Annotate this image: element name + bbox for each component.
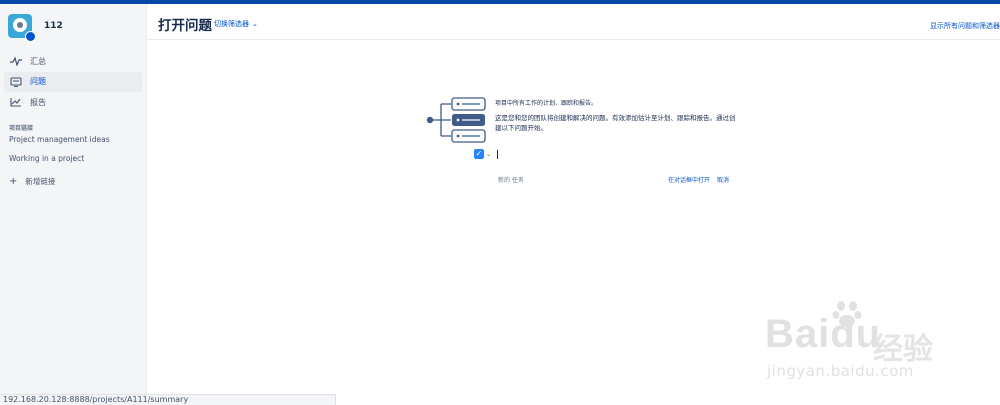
- switch-filter-label: 切换筛选器: [214, 20, 249, 28]
- empty-state-instructions: 这是您和您的团队将创建和解决的问题。有效添加估计至计划、跟踪和报告。通过创建以下…: [495, 114, 736, 132]
- issues-illustration: [426, 97, 486, 143]
- project-nav: 汇总 问题 报告: [4, 51, 142, 113]
- watermark-url: jingyan.baidu.com: [767, 362, 914, 380]
- baidu-watermark: Baidu 经验 jingyan.baidu.com: [765, 298, 945, 388]
- add-link-button[interactable]: + 新增链接: [9, 176, 55, 187]
- page-title: 打开问题: [158, 18, 212, 34]
- show-all-issues-link[interactable]: 显示所有问题和筛选器: [930, 21, 1000, 31]
- create-issue-input[interactable]: [497, 149, 499, 159]
- add-link-label: 新增链接: [25, 177, 56, 186]
- open-in-dialog-link[interactable]: 在对话框中打开: [668, 175, 710, 184]
- sidebar-item-label: 报告: [30, 97, 46, 107]
- project-link-item[interactable]: Working in a project: [9, 154, 84, 163]
- project-avatar: [8, 14, 36, 42]
- sidebar-item-label: 问题: [30, 77, 46, 86]
- empty-state-description: 项目中所有工作的计划、跟踪和报告。: [495, 100, 598, 107]
- issues-icon: [10, 76, 22, 87]
- sidebar-item-summary[interactable]: 汇总: [4, 51, 142, 71]
- main-header: 打开问题 切换筛选器 ⌄ 显示所有问题和筛选器: [147, 4, 1000, 40]
- project-links-heading: 项目链接: [9, 125, 34, 132]
- project-header[interactable]: 112: [8, 14, 63, 42]
- project-sidebar: 112 汇总 问题 报告 项目链接 Project management ide…: [0, 4, 147, 405]
- pulse-icon: [10, 56, 22, 66]
- status-url-bar: 192.168.20.128:8888/projects/A111/summar…: [0, 394, 336, 405]
- plus-icon: +: [9, 176, 18, 187]
- sidebar-item-issues[interactable]: 问题: [4, 71, 142, 92]
- switch-filter-dropdown[interactable]: 切换筛选器 ⌄: [214, 19, 258, 29]
- chevron-down-icon[interactable]: ⌄: [486, 151, 491, 158]
- sidebar-item-label: 汇总: [30, 56, 46, 66]
- project-name: 112: [44, 21, 63, 31]
- chevron-down-icon: ⌄: [252, 20, 258, 28]
- issue-type-hint: 新的 任务: [498, 177, 524, 184]
- project-link-item[interactable]: Project management ideas: [9, 135, 110, 144]
- task-type-icon[interactable]: ✓: [474, 149, 484, 159]
- project-type-badge-icon: [25, 31, 36, 42]
- watermark-brand: Baidu: [765, 312, 882, 356]
- sidebar-item-reports[interactable]: 报告: [4, 92, 142, 112]
- cancel-link[interactable]: 取消: [717, 175, 729, 184]
- inline-create-issue: ✓ ⌄: [474, 149, 499, 159]
- chart-icon: [10, 98, 21, 107]
- project-avatar-eye-icon: [13, 18, 27, 32]
